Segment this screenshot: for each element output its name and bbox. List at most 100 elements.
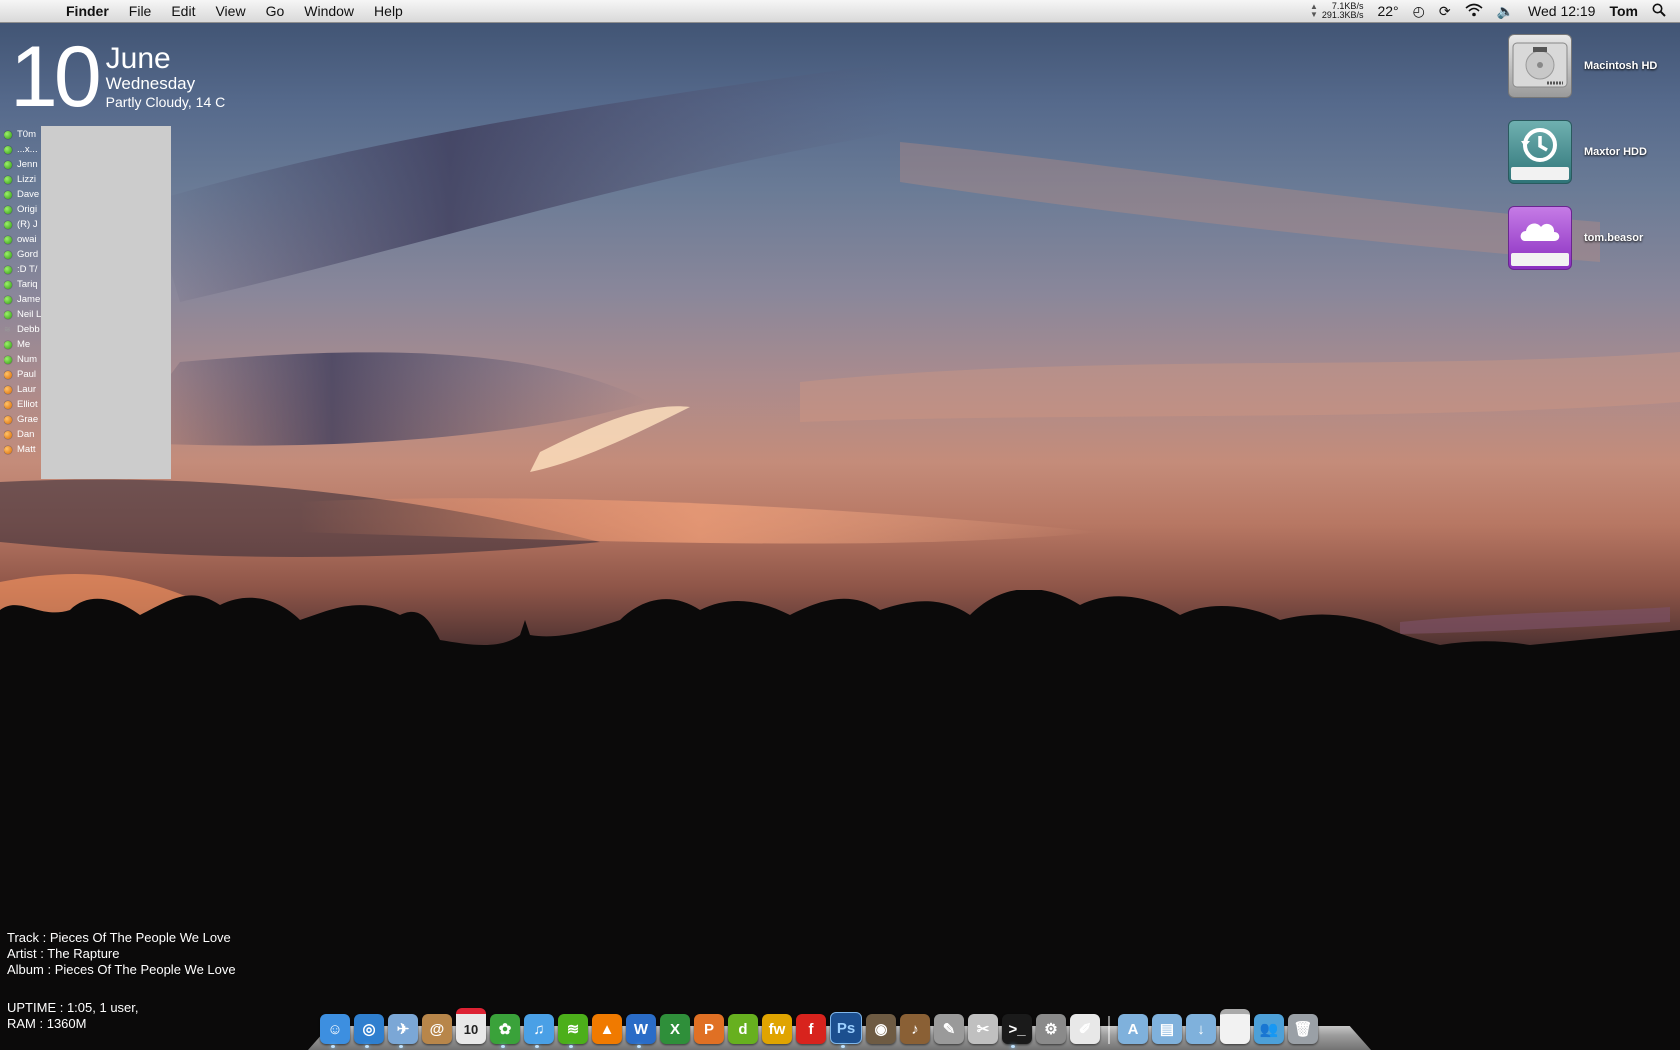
desktop-icon-icloud[interactable]: tom.beasor [1508, 206, 1643, 270]
dock-safari-icon[interactable]: ◎ [354, 1014, 384, 1044]
date-weekday: Wednesday [105, 74, 196, 93]
dock-iphoto-icon[interactable]: ◉ [866, 1014, 896, 1044]
buddy-list-item[interactable]: Elliot [4, 397, 44, 412]
buddy-list-item[interactable]: T0m [4, 127, 44, 142]
dock-vlc-icon[interactable]: ▲ [592, 1014, 622, 1044]
menu-clock[interactable]: Wed 12:19 [1528, 3, 1595, 19]
buddy-name: Grae [17, 414, 39, 425]
time-machine-icon[interactable]: ◴ [1413, 3, 1425, 20]
dock-address-book-icon[interactable]: @ [422, 1014, 452, 1044]
system-stats-widget: UPTIME : 1:05, 1 user, RAM : 1360M [7, 1000, 139, 1032]
redacted-area [41, 126, 171, 479]
dock-itunes-icon[interactable]: ♫ [524, 1014, 554, 1044]
buddy-name: Gord [17, 249, 39, 260]
buddy-list-item[interactable]: Dave [4, 187, 44, 202]
buddy-list-item[interactable]: Paul [4, 367, 44, 382]
icloud-drive-icon [1508, 206, 1572, 270]
status-green-icon [4, 190, 12, 199]
buddy-list-item[interactable]: Laur [4, 382, 44, 397]
dock-documents-folder-icon[interactable]: ▤ [1152, 1014, 1182, 1044]
sync-icon[interactable]: ⟳ [1439, 3, 1451, 20]
desktop-icon-label: tom.beasor [1584, 232, 1644, 244]
dock-photoshop-icon[interactable]: Ps [830, 1012, 862, 1044]
album-label: Album [7, 962, 44, 977]
buddy-list-item[interactable]: ...x... [4, 142, 44, 157]
status-green-icon [4, 175, 12, 184]
date-widget: 10 June Wednesday Partly Cloudy, 14 C [10, 34, 225, 120]
buddy-list-item[interactable]: (R) J [4, 217, 44, 232]
now-playing-widget: Track : Pieces Of The People We Love Art… [7, 930, 236, 977]
desktop-icon-macintosh-hd[interactable]: Macintosh HD [1508, 34, 1657, 98]
buddy-list-item[interactable]: ≋ Debb [4, 322, 44, 337]
status-green-icon [4, 310, 12, 319]
buddy-list-item[interactable]: Origi [4, 202, 44, 217]
dock-word-icon[interactable]: W [626, 1014, 656, 1044]
network-monitor[interactable]: ▲ ▼ 7.1KB/s 291.3KB/s [1310, 2, 1363, 20]
up-down-arrows-icon: ▲ ▼ [1310, 2, 1318, 19]
buddy-list-item[interactable]: Gord [4, 247, 44, 262]
date-day-number: 10 [10, 29, 102, 125]
menu-view[interactable]: View [205, 3, 255, 19]
wifi-icon[interactable] [1465, 3, 1483, 20]
dock-terminal-icon[interactable]: >_ [1002, 1014, 1032, 1044]
menu-file[interactable]: File [119, 3, 162, 19]
dock-ical-icon[interactable]: 10 [456, 1008, 486, 1044]
volume-icon[interactable]: 🔈 [1497, 3, 1514, 20]
buddy-list-item[interactable]: Jame [4, 292, 44, 307]
menu-go[interactable]: Go [256, 3, 295, 19]
dock-utility-icon[interactable]: ✂ [968, 1014, 998, 1044]
desktop-icon-label: Maxtor HDD [1584, 146, 1647, 158]
menu-edit[interactable]: Edit [161, 3, 205, 19]
buddy-name: Num [17, 354, 38, 365]
status-orange-icon [4, 415, 12, 424]
menu-help[interactable]: Help [364, 3, 413, 19]
dock-dreamweaver-icon[interactable]: d [728, 1014, 758, 1044]
buddy-list-item[interactable]: :D T/ [4, 262, 44, 277]
buddy-list: T0m ...x... Jenn Lizzi Dave Origi (R) J owai Gor… [4, 127, 44, 457]
dock-spotify-icon[interactable]: ≋ [558, 1014, 588, 1044]
buddy-list-item[interactable]: Neil L [4, 307, 44, 322]
album-title: Pieces Of The People We Love [54, 962, 236, 977]
user-menu[interactable]: Tom [1609, 3, 1638, 19]
spotlight-search-icon[interactable] [1652, 3, 1666, 20]
dock-downloads-folder-icon[interactable]: ↓ [1186, 1014, 1216, 1044]
dock-adium-icon[interactable]: ✿ [490, 1014, 520, 1044]
dock-finder-icon[interactable]: ☺ [320, 1014, 350, 1044]
temperature-readout[interactable]: 22° [1377, 3, 1398, 19]
menu-window[interactable]: Window [294, 3, 364, 19]
date-month: June [105, 42, 171, 75]
menu-finder[interactable]: Finder [56, 3, 119, 19]
dock-running-indicator [331, 1045, 335, 1048]
status-green-icon [4, 235, 12, 244]
dock-mail-icon[interactable]: ✈ [388, 1014, 418, 1044]
dock-system-preferences-icon[interactable]: ⚙ [1036, 1014, 1066, 1044]
weather-summary: Partly Cloudy, 14 C [105, 94, 226, 110]
desktop-icon-maxtor-hdd[interactable]: Maxtor HDD [1508, 120, 1647, 184]
dock-running-indicator [569, 1045, 573, 1048]
dock-window-stack-icon[interactable] [1220, 1009, 1250, 1044]
dock-trash-icon[interactable]: 🗑 [1288, 1014, 1318, 1044]
buddy-list-item[interactable]: Me [4, 337, 44, 352]
dock-messenger-icon[interactable]: 👥 [1254, 1014, 1284, 1044]
dock-powerpoint-icon[interactable]: P [694, 1014, 724, 1044]
dock-excel-icon[interactable]: X [660, 1014, 690, 1044]
uptime-readout: UPTIME : 1:05, 1 user, [7, 1000, 139, 1015]
dock-script-editor-icon[interactable]: ✎ [934, 1014, 964, 1044]
buddy-list-item[interactable]: owai [4, 232, 44, 247]
buddy-list-item[interactable]: Tariq [4, 277, 44, 292]
buddy-list-item[interactable]: Dan [4, 427, 44, 442]
buddy-list-item[interactable]: Lizzi [4, 172, 44, 187]
buddy-list-item[interactable]: Num [4, 352, 44, 367]
artist-name: The Rapture [47, 946, 120, 961]
status-green-icon [4, 295, 12, 304]
dock-applications-folder-icon[interactable]: A [1118, 1014, 1148, 1044]
buddy-list-item[interactable]: Matt [4, 442, 44, 457]
dock-garageband-icon[interactable]: ♪ [900, 1014, 930, 1044]
buddy-list-item[interactable]: Jenn [4, 157, 44, 172]
buddy-list-item[interactable]: Grae [4, 412, 44, 427]
dock-fireworks-icon[interactable]: fw [762, 1014, 792, 1044]
dock-flash-icon[interactable]: f [796, 1014, 826, 1044]
buddy-name: Debb [17, 324, 40, 335]
dock-textedit-icon[interactable]: ✐ [1070, 1014, 1100, 1044]
buddy-name: Laur [17, 384, 37, 395]
